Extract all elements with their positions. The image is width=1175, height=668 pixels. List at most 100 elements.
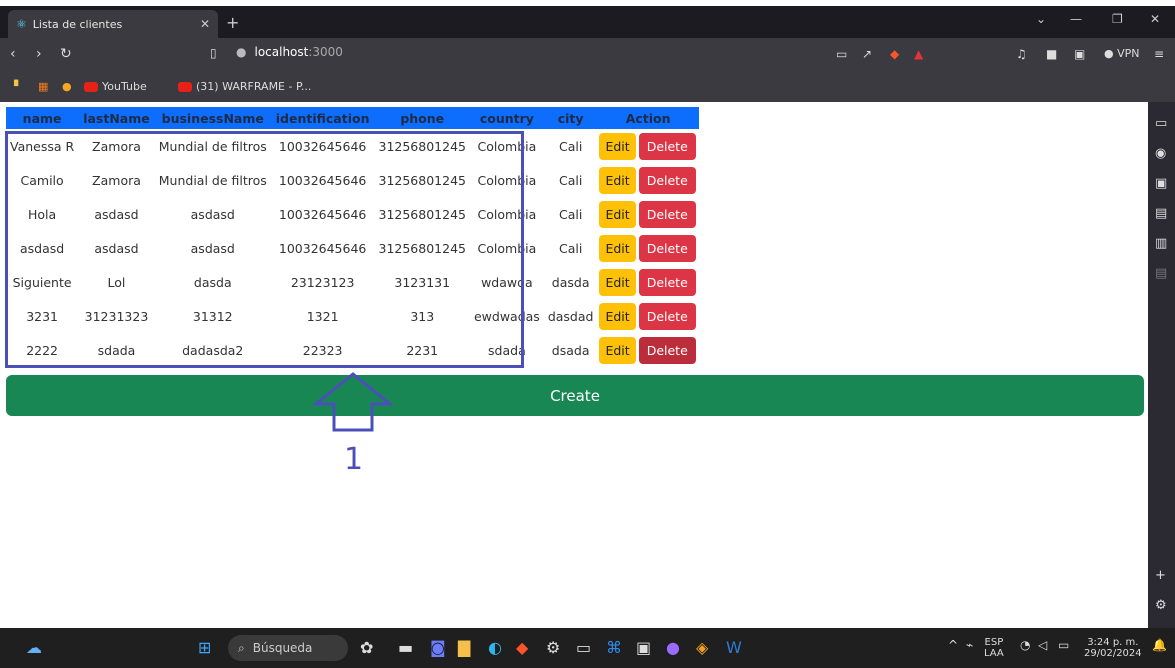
settings-icon[interactable]: ⚙ bbox=[546, 638, 560, 657]
delete-cell: Delete bbox=[638, 265, 699, 299]
delete-button[interactable]: Delete bbox=[638, 336, 696, 364]
widget-icon[interactable]: ✿ bbox=[360, 638, 373, 657]
table-cell: Lol bbox=[107, 274, 126, 290]
restore-icon[interactable]: ❐ bbox=[1112, 12, 1123, 26]
bookmark-circle-icon[interactable]: ● bbox=[62, 80, 72, 93]
vpn-button[interactable]: ● VPN bbox=[1104, 47, 1140, 60]
media-icon[interactable]: ♫ bbox=[1016, 47, 1027, 61]
sidebar-add-icon[interactable]: + bbox=[1155, 568, 1166, 583]
edit-button[interactable]: Edit bbox=[599, 302, 636, 330]
sidebar-panel-icon[interactable]: ▭ bbox=[1155, 116, 1167, 131]
bookmark-warframe[interactable]: (31) WARFRAME - P... bbox=[178, 80, 311, 93]
new-tab-icon[interactable]: + bbox=[226, 13, 239, 32]
minimize-icon[interactable]: — bbox=[1070, 12, 1082, 26]
delete-cell: Delete bbox=[638, 299, 699, 333]
tray-expand-icon[interactable]: ^ bbox=[948, 638, 958, 652]
vscode-icon[interactable]: ⌘ bbox=[606, 638, 622, 657]
volume-icon[interactable]: ◁ bbox=[1038, 638, 1047, 652]
bookmarks-bar: ▘ ▦ ● YouTube (31) WARFRAME - P... bbox=[0, 72, 1175, 102]
browser-tab[interactable]: ⚛ Lista de clientes ✕ bbox=[8, 10, 218, 38]
brave-icon[interactable]: ◆ bbox=[516, 638, 528, 657]
bookmark-youtube[interactable]: YouTube bbox=[84, 80, 147, 93]
table-row: asdasd asdasd asdasd 10032645646 31256801245… bbox=[6, 231, 699, 265]
language-indicator[interactable]: ESP LAA bbox=[984, 637, 1004, 659]
table-cell: asdasd bbox=[94, 206, 139, 222]
header-city: city bbox=[543, 107, 598, 129]
react-icon: ⚛ bbox=[16, 17, 27, 31]
network-icon[interactable]: ⌁ bbox=[966, 638, 973, 652]
delete-button[interactable]: Delete bbox=[638, 234, 696, 262]
sidebar-toggle-icon[interactable]: ■ bbox=[1046, 47, 1057, 61]
start-icon[interactable]: ⊞ bbox=[198, 638, 211, 657]
file-explorer-icon[interactable]: ▇ bbox=[458, 638, 470, 657]
table-cell: Hola bbox=[28, 206, 57, 222]
delete-cell: Delete bbox=[638, 163, 699, 197]
bookmark-icon[interactable]: ▯ bbox=[210, 46, 217, 60]
close-window-icon[interactable]: ✕ bbox=[1150, 12, 1160, 26]
battery-icon[interactable]: ▭ bbox=[1058, 638, 1069, 652]
table-cell: 313 bbox=[410, 308, 435, 324]
edit-button[interactable]: Edit bbox=[599, 166, 636, 194]
delete-button[interactable]: Delete bbox=[638, 166, 696, 194]
back-icon[interactable]: ‹ bbox=[10, 46, 16, 62]
wallet-icon[interactable]: ▣ bbox=[1074, 47, 1085, 61]
weather-icon[interactable]: ☁ bbox=[26, 638, 42, 657]
monitor-icon[interactable]: ▣ bbox=[636, 638, 651, 657]
annotation-arrow-icon bbox=[311, 372, 395, 432]
wifi-icon[interactable]: ◔ bbox=[1020, 638, 1030, 652]
table-cell: Colombia bbox=[477, 240, 537, 256]
table-cell: Colombia bbox=[477, 138, 537, 154]
delete-button[interactable]: Delete bbox=[638, 268, 696, 296]
edit-button[interactable]: Edit bbox=[599, 336, 636, 364]
edge-icon[interactable]: ◐ bbox=[488, 638, 502, 657]
bookmark-app-icon[interactable]: ▘ bbox=[14, 80, 22, 93]
edit-button[interactable]: Edit bbox=[599, 234, 636, 262]
table-cell: Cali bbox=[558, 172, 583, 188]
sidebar-settings-icon[interactable]: ⚙ bbox=[1155, 598, 1167, 613]
teams-icon[interactable]: ◙ bbox=[430, 638, 446, 657]
table-cell: Mundial de filtros bbox=[158, 172, 267, 188]
header-phone: phone bbox=[374, 107, 470, 129]
sidebar-brave-icon[interactable]: ◉ bbox=[1155, 146, 1166, 161]
tab-list-icon[interactable]: ⌄ bbox=[1036, 12, 1046, 26]
edit-button[interactable]: Edit bbox=[599, 132, 636, 160]
youtube-icon bbox=[178, 81, 192, 92]
table-cell: 31256801245 bbox=[378, 206, 466, 222]
delete-cell: Delete bbox=[638, 197, 699, 231]
sidebar-wallet-icon[interactable]: ▣ bbox=[1155, 176, 1167, 191]
github-icon[interactable]: ● bbox=[666, 638, 680, 657]
brave-shields-icon[interactable]: ◆ bbox=[890, 47, 899, 61]
reload-icon[interactable]: ↻ bbox=[60, 46, 72, 62]
delete-button[interactable]: Delete bbox=[638, 200, 696, 228]
sidebar-reading-list-icon[interactable]: ▥ bbox=[1155, 236, 1167, 251]
cast-icon[interactable]: ▭ bbox=[836, 47, 847, 61]
clock[interactable]: 3:24 p. m. 29/02/2024 bbox=[1084, 637, 1142, 659]
forward-icon[interactable]: › bbox=[36, 46, 42, 62]
sidebar-history-icon[interactable]: ▤ bbox=[1155, 266, 1167, 281]
edit-button[interactable]: Edit bbox=[599, 268, 636, 296]
site-info-icon[interactable]: ● bbox=[236, 45, 246, 59]
create-button[interactable]: Create bbox=[6, 375, 1144, 416]
header-country: country bbox=[469, 107, 544, 129]
notification-icon[interactable]: 🔔 bbox=[1152, 638, 1167, 652]
terminal-icon[interactable]: ▭ bbox=[576, 638, 591, 657]
task-view-icon[interactable]: ▬ bbox=[398, 638, 413, 657]
taskbar-search[interactable]: ⌕ Búsqueda bbox=[228, 635, 348, 661]
bookmark-game-icon[interactable]: ▦ bbox=[38, 80, 48, 93]
url-port: :3000 bbox=[308, 45, 343, 59]
postman-icon[interactable]: ◈ bbox=[696, 638, 708, 657]
brave-rewards-icon[interactable]: ▲ bbox=[914, 47, 923, 61]
edit-button[interactable]: Edit bbox=[599, 200, 636, 228]
share-icon[interactable]: ↗ bbox=[862, 47, 872, 61]
table-cell: 31312 bbox=[192, 308, 233, 324]
address-bar[interactable]: ● localhost:3000 bbox=[236, 45, 343, 59]
delete-button[interactable]: Delete bbox=[638, 132, 696, 160]
table-cell: Colombia bbox=[477, 172, 537, 188]
menu-icon[interactable]: ≡ bbox=[1154, 47, 1164, 61]
tab-close-icon[interactable]: ✕ bbox=[200, 17, 210, 31]
sidebar-bookmarks-icon[interactable]: ▤ bbox=[1155, 206, 1167, 221]
word-icon[interactable]: W bbox=[726, 638, 742, 657]
table-cell: dadasda2 bbox=[182, 342, 244, 358]
table-cell: 3123131 bbox=[394, 274, 451, 290]
delete-button[interactable]: Delete bbox=[638, 302, 696, 330]
